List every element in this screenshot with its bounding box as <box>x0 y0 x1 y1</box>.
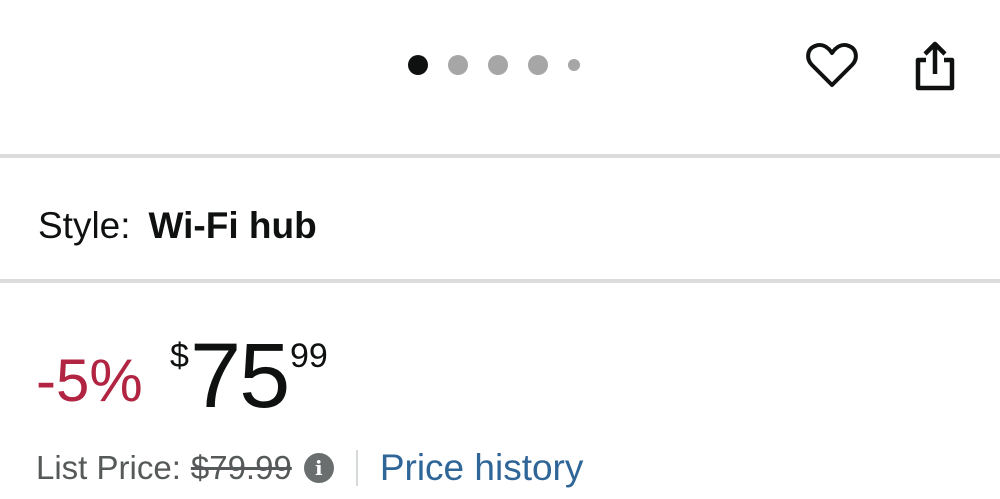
price-whole: 75 <box>190 325 290 427</box>
share-icon <box>915 41 955 91</box>
list-price-row: List Price: $79.99 i Price history <box>36 446 583 490</box>
discount-percentage: -5% <box>36 347 143 414</box>
price-fraction: 99 <box>290 337 328 375</box>
carousel-dot-3[interactable] <box>488 55 508 75</box>
list-price-value: $79.99 <box>190 449 292 486</box>
info-icon[interactable]: i <box>303 453 334 483</box>
carousel-dot-4[interactable] <box>528 55 548 75</box>
share-button[interactable] <box>910 38 960 94</box>
price-history-link[interactable]: Price history <box>380 447 584 489</box>
image-carousel-indicator[interactable] <box>408 54 580 76</box>
product-detail-page: Style: Wi-Fi hub -5% $ 75 99 List Price: … <box>0 0 1000 499</box>
section-divider <box>0 279 1000 283</box>
add-to-list-button[interactable] <box>803 36 861 94</box>
style-label: Style: <box>38 205 131 246</box>
list-price-label: List Price: <box>36 449 181 486</box>
carousel-dot-2[interactable] <box>448 55 468 75</box>
style-selector[interactable]: Style: Wi-Fi hub <box>38 204 317 248</box>
heart-outline-icon <box>806 42 858 87</box>
price-currency-symbol: $ <box>170 337 189 375</box>
section-divider <box>0 154 1000 158</box>
style-value: Wi-Fi hub <box>148 205 317 246</box>
carousel-dot-1[interactable] <box>408 55 428 75</box>
carousel-dot-5[interactable] <box>568 59 580 71</box>
divider <box>355 450 358 486</box>
